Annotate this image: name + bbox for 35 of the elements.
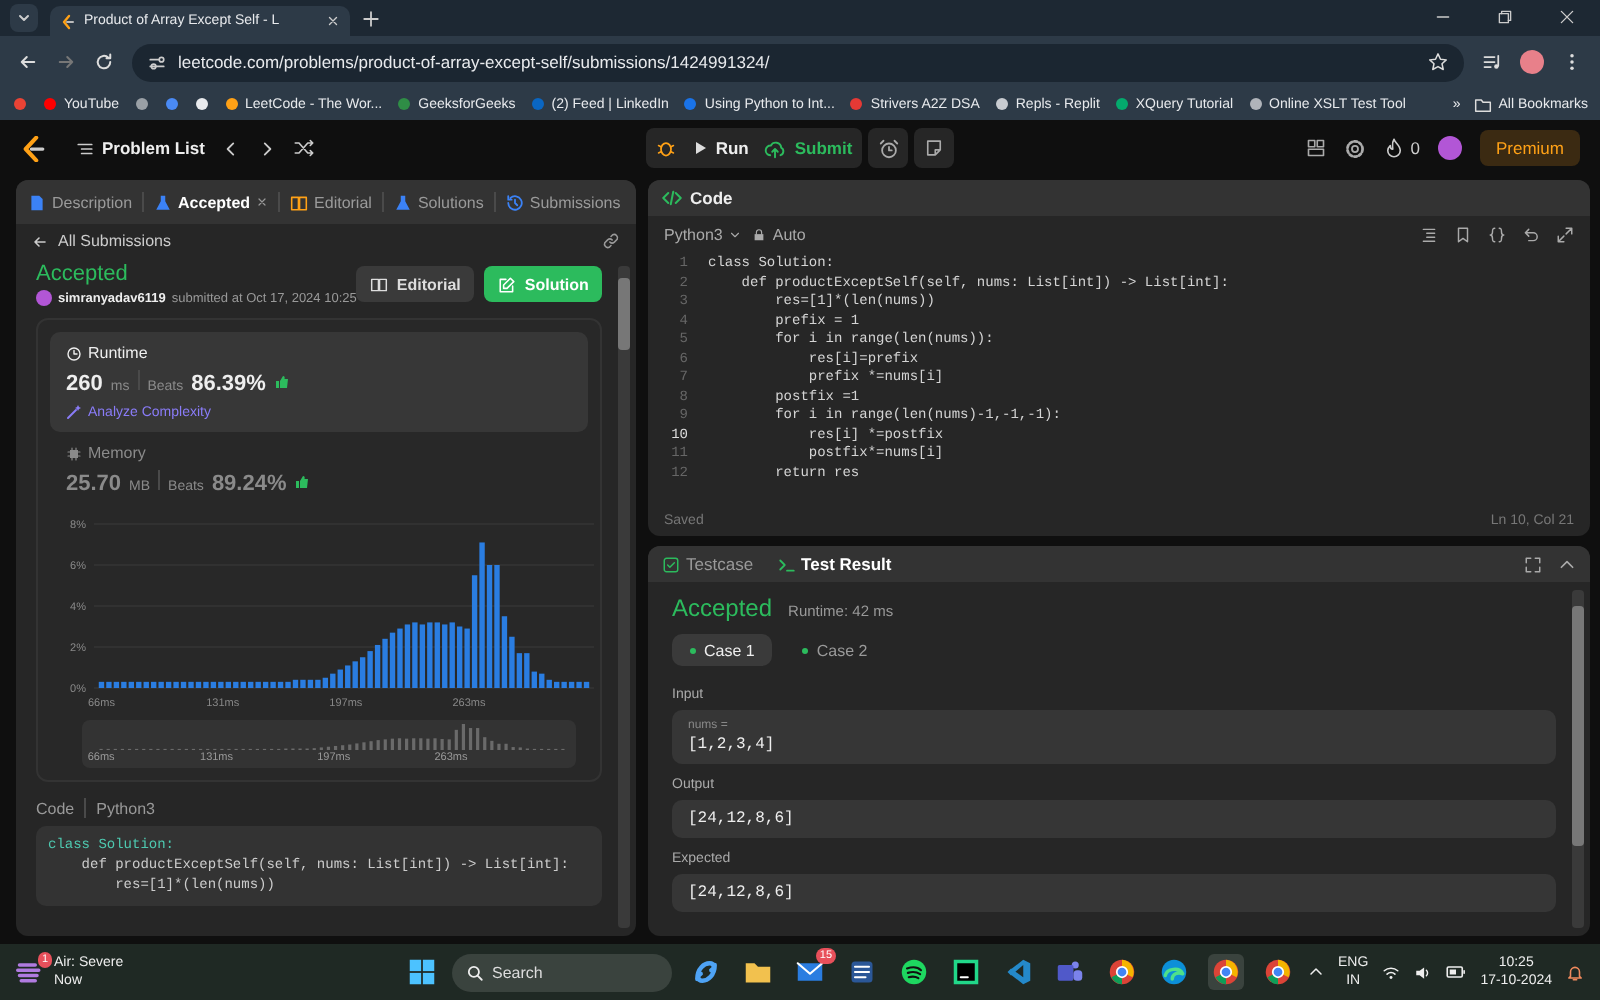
beats-percent: 89.24%	[211, 472, 287, 496]
url-text: leetcode.com/problems/product-of-array-except-self/submissions/1424991324/	[178, 52, 772, 72]
language-label: Python3	[96, 799, 155, 817]
panel-tab[interactable]: Description	[28, 193, 133, 211]
streak-counter[interactable]: 0	[1384, 138, 1420, 158]
value-text: [24,12,8,6]	[688, 884, 796, 902]
value-text: [24,12,8,6]	[688, 810, 796, 828]
problem-list-button[interactable]: Problem List	[76, 138, 205, 158]
submission-status: Accepted	[36, 262, 130, 286]
all-submissions-link[interactable]: All Submissions	[58, 232, 171, 250]
value-text: [1,2,3,4]	[688, 736, 777, 754]
auto-mode-toggle[interactable]: Auto	[752, 225, 806, 243]
submit-button[interactable]: Submit	[764, 137, 853, 159]
run-button[interactable]: Run	[691, 138, 749, 158]
address-bar[interactable]: leetcode.com/problems/product-of-array-except-self/submissions/1424991324/	[132, 43, 1464, 81]
panel-tab[interactable]: Accepted	[154, 193, 269, 211]
panel-tab[interactable]: Editorial	[290, 193, 372, 211]
panel-tab[interactable]: Solutions	[393, 193, 484, 211]
panel-title: Code	[690, 188, 733, 208]
metric-value: 260	[66, 372, 103, 396]
section-label: Code	[36, 799, 75, 817]
premium-button[interactable]: Premium	[1479, 130, 1580, 166]
panel-tab[interactable]: Test Result	[777, 554, 892, 574]
metric-value: 25.70	[66, 472, 122, 496]
case-tab[interactable]: Case 2	[784, 634, 886, 666]
editorial-button[interactable]: Editorial	[356, 266, 475, 302]
result-status: Accepted	[672, 594, 773, 622]
beats-percent: 86.39%	[191, 372, 266, 396]
panel-tab[interactable]: Testcase	[662, 554, 754, 574]
language-dropdown[interactable]: Python3	[664, 225, 743, 243]
search-field[interactable]: Search	[452, 953, 673, 991]
panel-tab[interactable]: Submissions	[505, 193, 621, 211]
case-tab[interactable]: Case 1	[672, 634, 773, 666]
metric-title: Runtime	[88, 344, 148, 362]
metric-title: Memory	[88, 444, 146, 462]
